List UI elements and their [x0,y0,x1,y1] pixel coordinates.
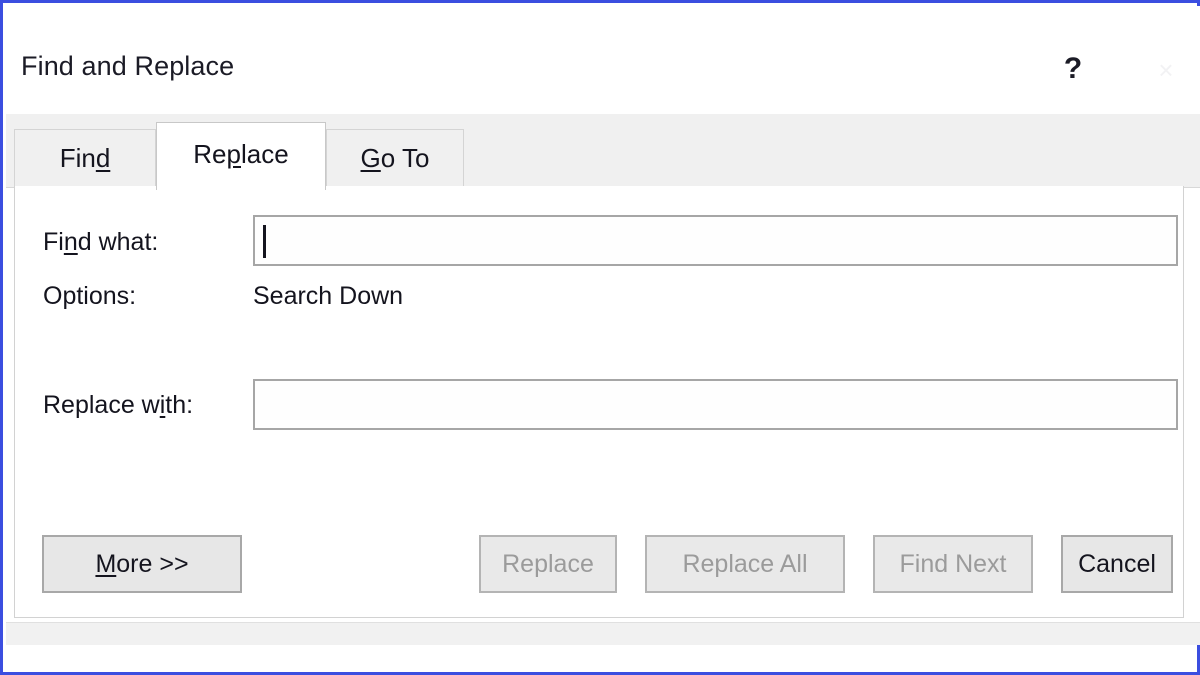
tab-goto[interactable]: Go To [326,129,464,188]
dialog-title: Find and Replace [21,51,235,81]
text-caret [263,225,266,258]
cancel-button[interactable]: Cancel [1061,535,1173,593]
replace-with-input[interactable] [253,379,1178,430]
replace-button-label: Replace [502,549,594,578]
tab-goto-accelerator: G [360,143,381,173]
options-label: Options: [43,282,137,310]
tab-replace-label-part2: lace [241,139,289,169]
find-next-button[interactable]: Find Next [873,535,1033,593]
find-what-label-part2: d what: [77,228,159,256]
tab-find[interactable]: Find [14,129,156,188]
more-button[interactable]: More >> [42,535,242,593]
replace-button[interactable]: Replace [479,535,617,593]
title-bar: Find and Replace ? × [6,6,1200,114]
find-and-replace-dialog: Find and Replace ? × Find Replace Go To … [6,6,1200,632]
dialog-footer-strip [6,622,1200,645]
tab-strip: Find Replace Go To [6,114,1200,190]
tab-replace-label-part1: Re [193,139,227,169]
options-value: Search Down [253,282,404,310]
find-what-accelerator: n [63,228,78,256]
more-button-accelerator: M [95,549,117,578]
tab-replace[interactable]: Replace [156,122,326,190]
help-icon[interactable]: ? [1050,46,1096,92]
cancel-button-label: Cancel [1078,549,1156,578]
tab-goto-label-part2: o To [380,143,430,173]
find-what-label-part1: Fi [43,228,64,256]
find-what-label: Find what: [43,228,158,257]
tab-replace-accelerator: p [226,139,241,169]
tab-find-accelerator: d [95,143,111,173]
screen-frame: Find and Replace ? × Find Replace Go To … [0,0,1200,675]
replace-tab-panel: Find what: Options: Search Down Replace … [14,186,1184,618]
replace-all-button[interactable]: Replace All [645,535,845,593]
more-button-label-part2: ore >> [116,549,189,578]
replace-all-button-label: Replace All [682,549,808,578]
replace-with-label-part2: th: [165,391,194,419]
replace-with-label: Replace with: [43,391,193,420]
tab-find-label-part1: Fin [59,143,96,173]
find-next-button-label: Find Next [899,549,1007,578]
close-icon[interactable]: × [1146,50,1186,90]
find-what-input[interactable] [253,215,1178,266]
replace-with-label-part1: Replace w [43,391,160,419]
